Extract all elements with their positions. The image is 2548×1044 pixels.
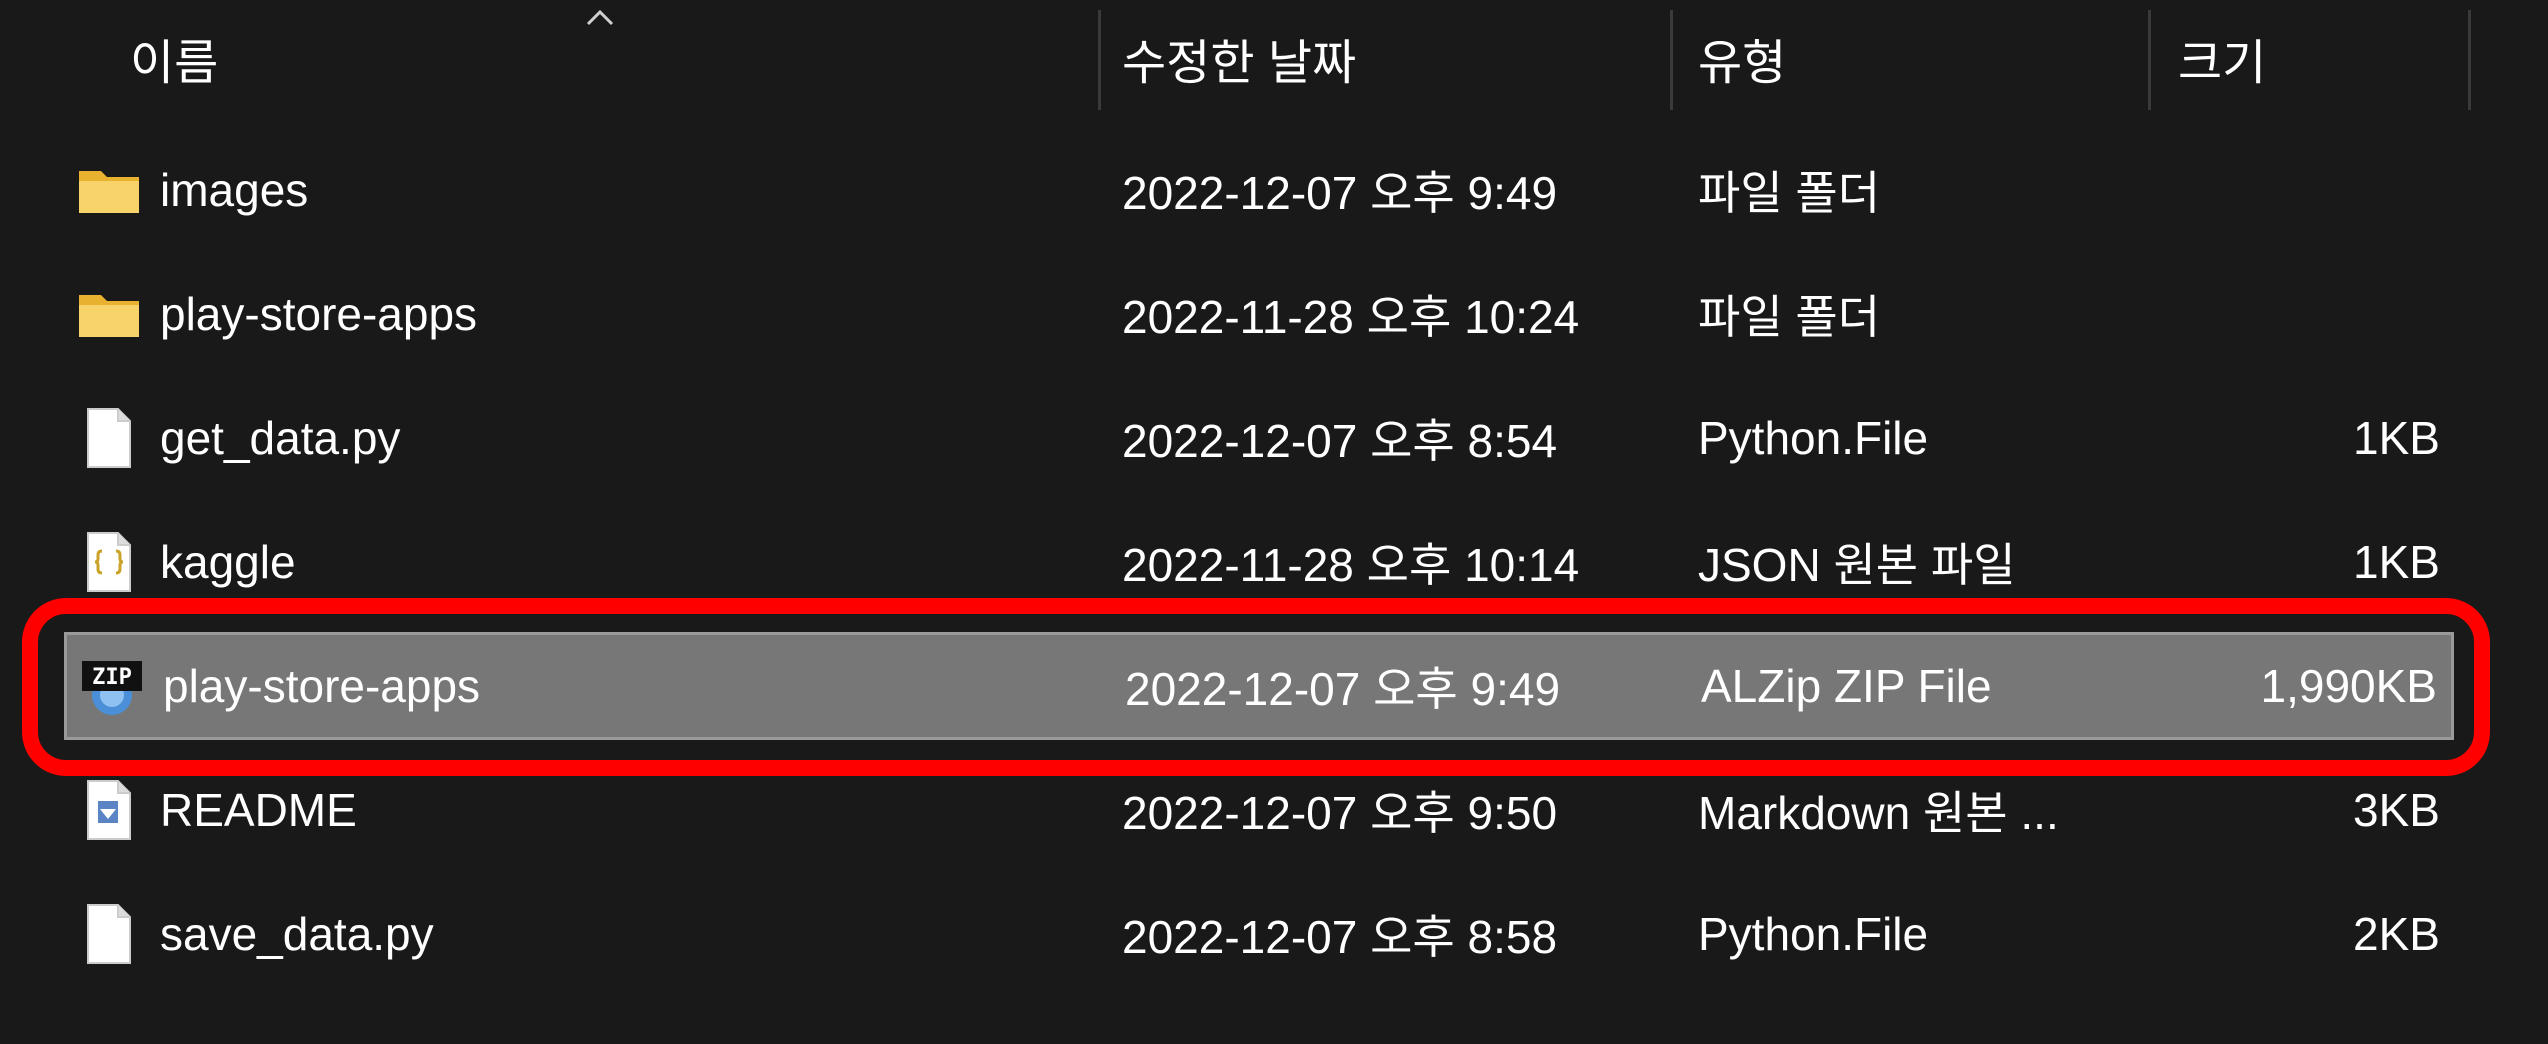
- column-header-name[interactable]: 이름: [130, 0, 1090, 116]
- file-name: play-store-apps: [160, 288, 478, 340]
- column-divider[interactable]: [1098, 10, 1101, 110]
- zip-icon-label: ZIP: [92, 665, 132, 690]
- file-size: 1KB: [2353, 412, 2440, 464]
- column-divider[interactable]: [2468, 10, 2471, 110]
- file-name: kaggle: [160, 536, 296, 588]
- file-type: 파일 폴더: [1698, 167, 1881, 219]
- column-header-size[interactable]: 크기: [2178, 0, 2468, 116]
- file-icon: [87, 904, 131, 964]
- json-file-icon: [87, 532, 131, 592]
- file-row[interactable]: play-store-apps 2022-11-28 오후 10:24 파일 폴…: [64, 260, 2454, 368]
- file-name: save_data.py: [160, 908, 434, 960]
- folder-icon: [79, 295, 139, 337]
- file-row[interactable]: images 2022-12-07 오후 9:49 파일 폴더: [64, 136, 2454, 244]
- column-divider[interactable]: [2148, 10, 2151, 110]
- file-name: images: [160, 164, 309, 216]
- file-type: Python.File: [1698, 908, 1929, 960]
- column-header-date[interactable]: 수정한 날짜: [1122, 0, 1662, 116]
- file-date: 2022-12-07 오후 8:58: [1122, 911, 1558, 963]
- file-row[interactable]: README 2022-12-07 오후 9:50 Markdown 원본 ..…: [64, 756, 2454, 864]
- file-date: 2022-12-07 오후 9:49: [1125, 663, 1561, 715]
- file-name: get_data.py: [160, 412, 401, 464]
- file-date: 2022-12-07 오후 9:50: [1122, 787, 1558, 839]
- column-divider[interactable]: [1670, 10, 1673, 110]
- file-type: 파일 폴더: [1698, 291, 1881, 343]
- file-icon: [87, 408, 131, 468]
- file-type: Markdown 원본 ...: [1698, 787, 2059, 839]
- file-name: README: [160, 784, 357, 836]
- file-row[interactable]: get_data.py 2022-12-07 오후 8:54 Python.Fi…: [64, 384, 2454, 492]
- file-row[interactable]: save_data.py 2022-12-07 오후 8:58 Python.F…: [64, 880, 2454, 988]
- file-name: play-store-apps: [163, 660, 481, 712]
- file-date: 2022-12-07 오후 9:49: [1122, 167, 1558, 219]
- file-explorer: 이름 수정한 날짜 유형 크기 images 2022-12-07 오후 9:4…: [0, 0, 2548, 1044]
- file-row-selected[interactable]: ZIP play-store-apps 2022-12-07 오후 9:49 A…: [64, 632, 2454, 740]
- folder-icon: [79, 171, 139, 213]
- file-date: 2022-11-28 오후 10:24: [1122, 291, 1580, 343]
- file-size: 3KB: [2353, 784, 2440, 836]
- file-type: ALZip ZIP File: [1701, 660, 1992, 712]
- column-header-type[interactable]: 유형: [1698, 0, 2128, 116]
- file-size: 1KB: [2353, 536, 2440, 588]
- markdown-file-icon: [87, 780, 131, 840]
- file-date: 2022-12-07 오후 8:54: [1122, 415, 1558, 467]
- zip-file-icon: ZIP: [82, 661, 142, 715]
- file-type: JSON 원본 파일: [1698, 539, 2016, 591]
- file-type: Python.File: [1698, 412, 1929, 464]
- file-row[interactable]: kaggle 2022-11-28 오후 10:14 JSON 원본 파일 1K…: [64, 508, 2454, 616]
- file-size: 1,990KB: [2260, 660, 2437, 712]
- file-size: 2KB: [2353, 908, 2440, 960]
- file-date: 2022-11-28 오후 10:14: [1122, 539, 1580, 591]
- column-header-bar: 이름 수정한 날짜 유형 크기: [0, 0, 2548, 116]
